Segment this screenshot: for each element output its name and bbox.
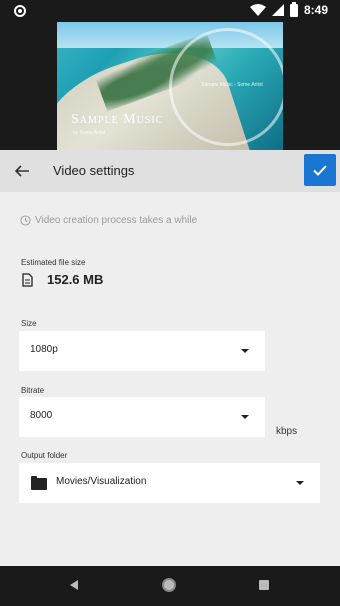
output-folder-dropdown[interactable]: Movies/Visualization: [19, 463, 320, 503]
wifi-icon: [249, 4, 266, 16]
size-dropdown[interactable]: 1080p: [19, 331, 265, 371]
arrow-left-icon: [14, 165, 29, 177]
output-folder-label: Output folder: [21, 451, 68, 460]
nav-recents-icon[interactable]: [259, 580, 269, 590]
dropdown-arrow-icon: [241, 415, 249, 419]
back-button[interactable]: [8, 158, 36, 184]
bitrate-unit: kbps: [276, 426, 298, 437]
system-nav-bar: [0, 566, 340, 606]
visualizer-label: Sample Music - Some Artist: [201, 82, 263, 88]
bitrate-label: Bitrate: [21, 386, 45, 395]
file-size: 152.6 MB: [22, 272, 103, 287]
page-title: Video settings: [53, 163, 135, 178]
notification-icon: [14, 5, 26, 17]
clock-icon: [20, 215, 31, 226]
nav-home-icon[interactable]: [162, 578, 176, 592]
output-folder-value: Movies/Visualization: [56, 476, 147, 487]
processing-notice: Video creation process takes a while: [20, 215, 197, 226]
status-icons: 8:49: [249, 1, 328, 17]
file-size-value: 152.6 MB: [47, 272, 104, 287]
bitrate-value: 8000: [30, 410, 53, 421]
signal-icon: [271, 4, 284, 16]
bitrate-dropdown[interactable]: 8000: [19, 397, 265, 437]
folder-icon: [31, 476, 47, 490]
nav-back-icon[interactable]: [70, 580, 78, 590]
video-preview-area: Sample Music - Some Artist Sample Music …: [0, 22, 340, 150]
dropdown-arrow-icon: [241, 349, 249, 353]
battery-icon: [289, 1, 298, 17]
preview-subtitle: by Some Artist: [73, 130, 106, 136]
size-value: 1080p: [30, 344, 58, 355]
video-preview: Sample Music - Some Artist Sample Music …: [57, 22, 283, 150]
dropdown-arrow-icon: [296, 481, 304, 485]
preview-title: Sample Music: [71, 112, 164, 127]
check-icon: [313, 165, 327, 176]
status-bar: 8:49: [0, 0, 340, 22]
size-label: Size: [21, 319, 37, 328]
status-time: 8:49: [303, 3, 328, 17]
settings-sheet: Video settings Video creation process ta…: [0, 150, 340, 566]
notice-text: Video creation process takes a while: [35, 215, 198, 226]
toolbar: Video settings: [0, 150, 340, 192]
file-size-label: Estimated file size: [21, 258, 86, 267]
file-icon: [22, 272, 33, 287]
confirm-button[interactable]: [304, 154, 336, 186]
